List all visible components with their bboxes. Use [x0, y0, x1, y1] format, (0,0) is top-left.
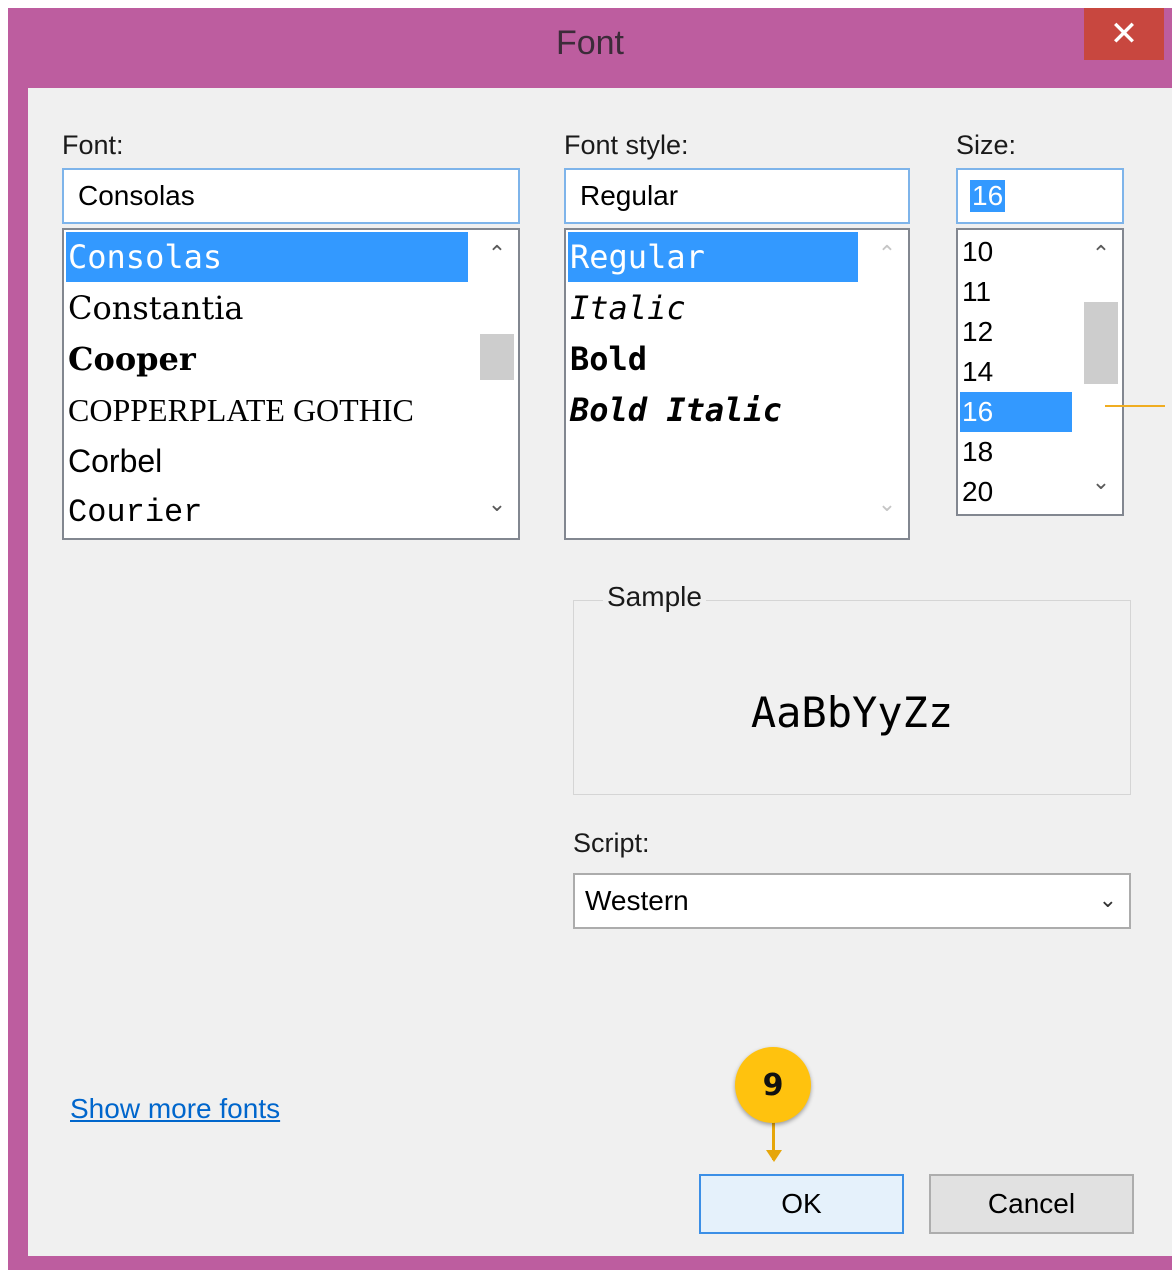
- font-style-list-item[interactable]: Regular: [568, 232, 858, 282]
- close-button[interactable]: ✕: [1084, 8, 1164, 60]
- size-list-scrollbar[interactable]: ⌃ ⌄: [1080, 230, 1122, 514]
- font-style-listbox[interactable]: Bold Italic Bold Italic Regular ⌃ ⌄: [564, 228, 910, 540]
- font-list-item[interactable]: Courier: [66, 487, 468, 537]
- font-list-item[interactable]: Consolas: [66, 232, 468, 282]
- font-style-list-item[interactable]: Italic: [568, 283, 858, 333]
- font-style-list-item[interactable]: Bold Italic: [568, 385, 858, 435]
- font-name-input[interactable]: Consolas: [62, 168, 520, 224]
- chevron-down-icon[interactable]: ⌄: [476, 492, 518, 517]
- annotation-connector-line: [1105, 405, 1165, 407]
- ok-button[interactable]: OK: [699, 1174, 904, 1234]
- size-input-selected-text: 16: [970, 180, 1006, 212]
- font-list-item[interactable]: Constantia: [66, 283, 468, 333]
- script-dropdown[interactable]: Western ⌄: [573, 873, 1131, 929]
- font-style-label: Font style:: [564, 130, 689, 160]
- font-list-scrollbar[interactable]: ⌃ ⌄: [476, 230, 518, 538]
- size-input[interactable]: 16: [956, 168, 1124, 224]
- size-list-item[interactable]: 16: [960, 392, 1072, 432]
- script-value: Western: [585, 885, 689, 916]
- cancel-button[interactable]: Cancel: [929, 1174, 1134, 1234]
- size-list-item[interactable]: 20: [960, 472, 1072, 512]
- font-list-item[interactable]: Cooper: [66, 334, 468, 384]
- show-more-fonts-link[interactable]: Show more fonts: [70, 1093, 280, 1125]
- font-listbox[interactable]: Courier Corbel COPPERPLATE GOTHIC Cooper Con…: [62, 228, 520, 540]
- chevron-down-icon[interactable]: ⌄: [1099, 887, 1117, 913]
- size-listbox[interactable]: 20 18 16 14 12 11 10 ⌃ ⌄: [956, 228, 1124, 516]
- size-label: Size:: [956, 130, 1017, 160]
- step-number-badge: 9: [735, 1047, 811, 1123]
- chevron-up-icon[interactable]: ⌃: [476, 242, 518, 267]
- sample-preview-text: AaBbYyZz: [750, 688, 954, 737]
- font-list-item[interactable]: COPPERPLATE GOTHIC: [66, 385, 468, 435]
- script-label: Script:: [573, 828, 650, 858]
- chevron-up-icon: ⌃: [877, 242, 897, 267]
- style-list-scrollbar[interactable]: ⌃ ⌄: [866, 230, 908, 538]
- font-style-input[interactable]: Regular: [564, 168, 910, 224]
- font-label: Font:: [62, 130, 124, 160]
- font-style-list-item[interactable]: Bold: [568, 334, 858, 384]
- font-dialog-window: Font ✕ Font: Consolas Courier Corbel COPPE…: [8, 8, 1172, 1270]
- size-list-item[interactable]: 14: [960, 352, 1072, 392]
- size-list-item[interactable]: 11: [960, 272, 1072, 312]
- dialog-client-area: Font: Consolas Courier Corbel COPPERPLATE …: [28, 88, 1172, 1256]
- size-list-item[interactable]: 12: [960, 312, 1072, 352]
- font-list-item[interactable]: Corbel: [66, 436, 468, 486]
- size-list-scroll-thumb[interactable]: [1084, 302, 1118, 384]
- chevron-up-icon[interactable]: ⌃: [1080, 242, 1122, 267]
- font-list-scroll-thumb[interactable]: [480, 334, 514, 380]
- size-list-item[interactable]: 10: [960, 232, 1072, 272]
- callout-pointer-tip: [766, 1150, 782, 1162]
- chevron-down-icon: ⌄: [877, 492, 897, 517]
- chevron-down-icon[interactable]: ⌄: [1080, 470, 1122, 495]
- size-list-item[interactable]: 18: [960, 432, 1072, 472]
- title-bar[interactable]: Font ✕: [8, 8, 1172, 86]
- window-title: Font: [555, 24, 625, 62]
- close-icon: ✕: [1109, 14, 1139, 54]
